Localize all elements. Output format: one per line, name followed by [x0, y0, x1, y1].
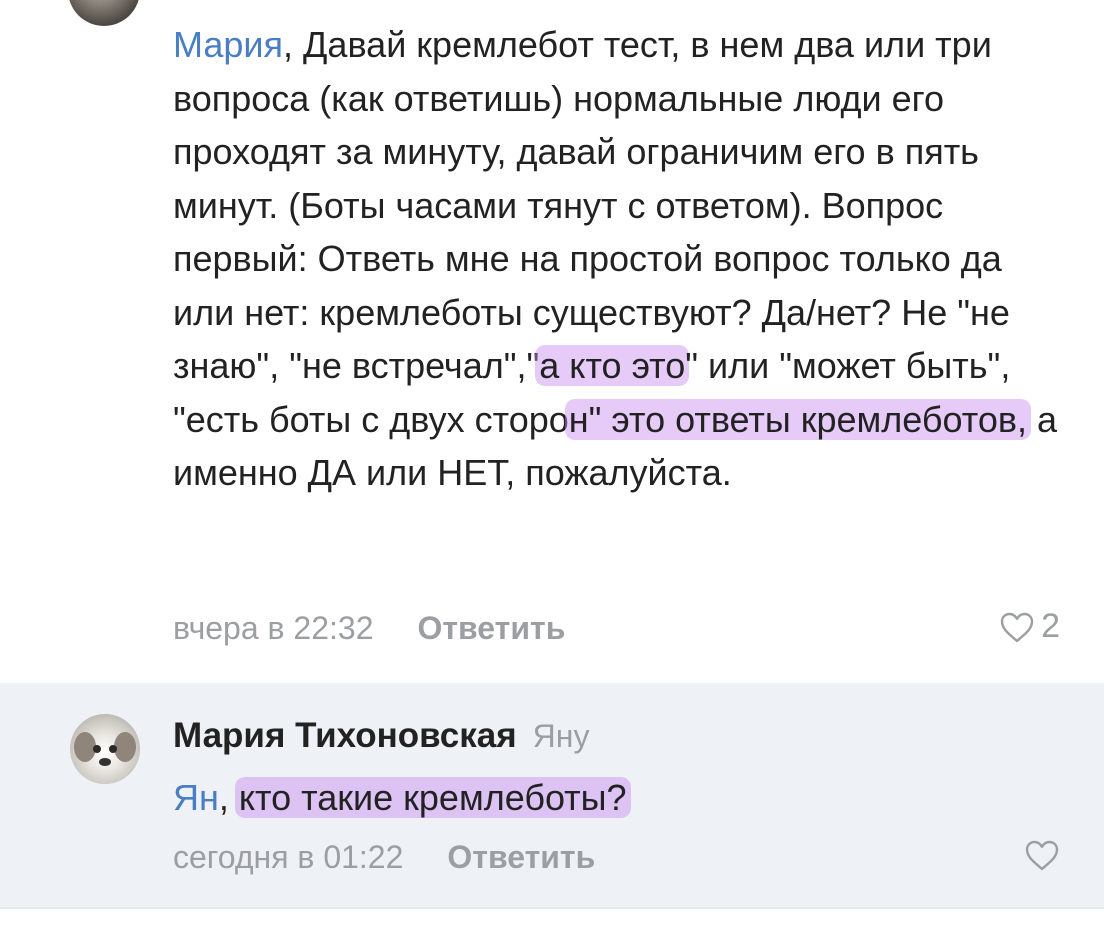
comment-text: Ян, кто такие кремлеботы? — [173, 773, 631, 823]
comment-text-part: , Давай кремлебот тест, в нем два или тр… — [173, 24, 1010, 386]
comment-item: Мария, Давай кремлебот тест, в нем два и… — [0, 0, 1104, 683]
comment-meta: сегодня в 01:22 Ответить — [173, 835, 595, 879]
like-count: 2 — [1041, 607, 1060, 645]
heart-outline-icon — [1025, 840, 1059, 871]
text-highlight: а кто это — [535, 345, 690, 386]
comment-text: Мария, Давай кремлебот тест, в нем два и… — [173, 18, 1073, 500]
like-button[interactable]: 2 — [999, 607, 1060, 646]
avatar-detail — [99, 758, 111, 766]
comment-meta: вчера в 22:32 Ответить — [173, 606, 565, 650]
avatar[interactable] — [70, 714, 140, 784]
timestamp: сегодня в 01:22 — [173, 838, 404, 875]
text-highlight: кто такие кремлеботы? — [234, 777, 631, 818]
mention-link[interactable]: Ян — [173, 777, 219, 818]
reply-button[interactable]: Ответить — [447, 839, 595, 876]
mention-link[interactable]: Мария — [173, 24, 283, 65]
avatar-detail — [93, 745, 101, 753]
comment-header: Мария Тихоновская Яну — [173, 716, 589, 760]
text-highlight: н" это ответы кремлеботов, — [564, 398, 1031, 440]
avatar[interactable] — [68, 0, 140, 26]
timestamp: вчера в 22:32 — [173, 609, 374, 646]
reply-target: Яну — [532, 718, 590, 754]
avatar-detail — [114, 732, 136, 762]
list-bottom — [0, 909, 1104, 929]
avatar-detail — [109, 745, 117, 753]
reply-button[interactable]: Ответить — [417, 610, 565, 647]
like-button[interactable] — [1024, 839, 1060, 871]
reply-comment-item: Мария Тихоновская Яну Ян, кто такие крем… — [0, 683, 1104, 907]
heart-outline-icon — [1000, 612, 1034, 642]
author-name[interactable]: Мария Тихоновская — [173, 716, 517, 756]
